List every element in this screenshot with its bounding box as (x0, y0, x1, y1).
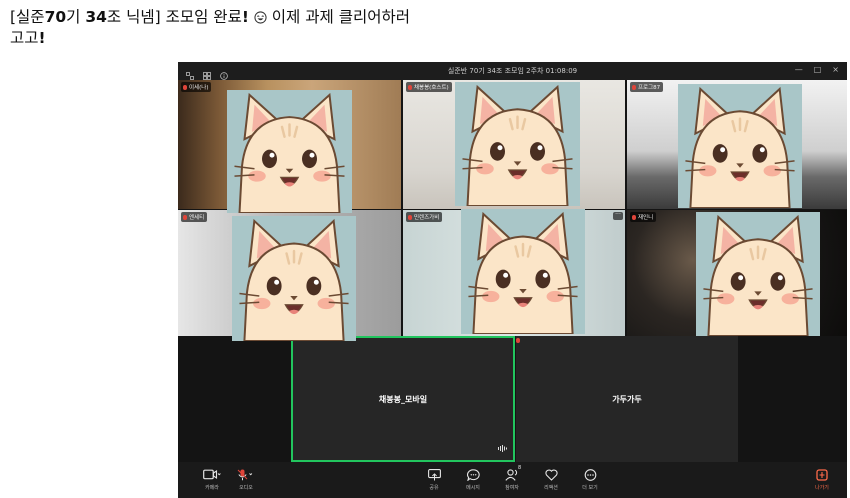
participant-name: 프로그87 (638, 85, 661, 91)
mic-muted-icon (632, 214, 636, 220)
title-part: 고고 (10, 29, 39, 47)
participant-name: 이세(나) (189, 85, 209, 91)
participant-name: 가두가두 (612, 394, 642, 404)
title-part: 이제 과제 클리어하러 (271, 8, 410, 26)
cat-sticker (461, 209, 585, 334)
post-title: [실준70기 34조 닉넴] 조모임 완료! 이제 과제 클리어하러 고고! (10, 8, 570, 48)
cat-face-icon (232, 216, 356, 341)
cat-sticker (232, 216, 356, 341)
participant-name: 채봉봉_모바일 (378, 394, 428, 404)
title-part: [실준 (10, 8, 45, 26)
participant-name-tag: 프로그87 (630, 82, 664, 92)
reaction-label: 리액션 (544, 485, 558, 491)
title-part: ! (38, 29, 46, 47)
cat-sticker (455, 82, 580, 206)
meeting-toolbar: 카메라 오디오 공유 메시지 8 참여자 리액션 더 보기 나가기 (178, 462, 847, 498)
share-button[interactable]: 공유 (414, 468, 454, 491)
meeting-window: 실준반 70기 34조 조모임 2주차 01:08:09 — □ × 이세(나)… (178, 62, 847, 498)
cat-face-icon (461, 209, 585, 334)
cat-face-icon (455, 82, 580, 206)
message-label: 메시지 (466, 485, 480, 491)
mic-muted-icon (183, 84, 187, 90)
title-part: 34 (85, 8, 107, 26)
cat-face-icon (696, 212, 820, 336)
audio-label: 오디오 (239, 485, 253, 491)
cat-sticker (696, 212, 820, 336)
audio-wave-icon (498, 445, 507, 454)
participants-button[interactable]: 8 참여자 (492, 465, 532, 491)
leave-icon (816, 468, 828, 481)
minimize-button[interactable]: — (795, 65, 803, 74)
participant-tile-active[interactable]: 채봉봉_모바일 (291, 336, 515, 462)
cat-face-icon (227, 90, 352, 213)
maximize-button[interactable]: □ (814, 65, 822, 74)
title-part: 70 (44, 8, 67, 26)
window-titlebar: 실준반 70기 34조 조모임 2주차 01:08:09 — □ × (178, 62, 847, 80)
participants-label: 참여자 (505, 485, 519, 491)
heart-icon (544, 468, 558, 481)
camera-icon (203, 469, 221, 480)
cat-face-icon (678, 84, 802, 208)
participant-name-tag: 엔세티 (181, 212, 208, 222)
window-title: 실준반 70기 34조 조모임 2주차 01:08:09 (447, 67, 578, 75)
chat-icon (466, 468, 480, 481)
mic-muted-icon (408, 214, 412, 220)
title-part: 조 닉넴] 조모임 완료 (106, 8, 242, 26)
share-label: 공유 (429, 485, 439, 491)
participant-name: 민렌즈가비 (414, 215, 440, 221)
participant-name-tag: 이세(나) (181, 82, 212, 92)
close-button[interactable]: × (832, 65, 839, 74)
mic-muted-icon (237, 469, 253, 480)
cat-sticker (227, 90, 352, 213)
reaction-button[interactable]: 리액션 (531, 468, 571, 491)
mic-muted-icon (516, 338, 520, 343)
more-button[interactable]: 더 보기 (570, 468, 610, 491)
participant-tile[interactable]: 가두가두 (516, 336, 738, 462)
more-label: 더 보기 (582, 485, 598, 491)
more-icon (584, 468, 596, 481)
laughing-emoji-icon (254, 10, 267, 29)
participant-name: 엔세티 (189, 215, 205, 221)
participant-name-tag: 민렌즈가비 (406, 212, 443, 222)
mic-muted-icon (183, 214, 187, 220)
participant-name: 재인니 (638, 215, 654, 221)
message-button[interactable]: 메시지 (453, 468, 493, 491)
cat-sticker (678, 84, 802, 208)
mic-muted-icon (632, 84, 636, 90)
participant-name-tag: 채봉봉(호스트) (406, 82, 452, 92)
participant-name-tag: 재인니 (630, 212, 657, 222)
tile-more-options-button[interactable]: ··· (613, 212, 623, 220)
share-screen-icon (427, 468, 441, 480)
participant-name: 채봉봉(호스트) (414, 85, 449, 91)
title-part: ! (241, 8, 249, 26)
mic-muted-icon (408, 84, 412, 90)
audio-button[interactable]: 오디오 (226, 468, 266, 491)
participants-count-badge: 8 (518, 465, 522, 471)
leave-button[interactable]: 나가기 (802, 468, 842, 491)
leave-label: 나가기 (815, 485, 829, 491)
title-part: 기 (66, 8, 86, 26)
